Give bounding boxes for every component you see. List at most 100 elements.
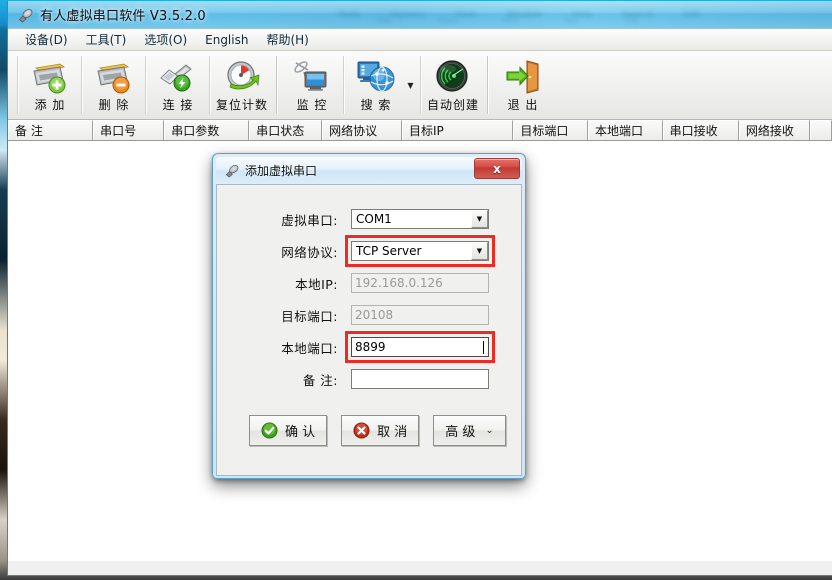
field-row-virtual-serial-port: 虚拟串口: COM1 ▼: [239, 203, 499, 235]
dialog-body: 虚拟串口: COM1 ▼ 网络协议: TCP Server ▼ 本地IP: 19…: [216, 184, 522, 476]
toolbar-monitor-label: 监 控: [296, 98, 328, 112]
toolbar-add-label: 添 加: [34, 98, 66, 112]
gauge-reset-icon: [222, 57, 262, 97]
plug-icon: [17, 7, 33, 23]
network-protocol-value: TCP Server: [356, 244, 422, 258]
label-virtual-serial-port: 虚拟串口:: [281, 212, 338, 228]
red-x-icon: [353, 422, 370, 439]
column-header-target-ip[interactable]: 目标IP: [401, 120, 514, 140]
label-local-port: 本地端口:: [281, 340, 338, 356]
radar-icon: [433, 57, 473, 97]
virtual-serial-port-value: COM1: [356, 212, 392, 226]
toolbar-separator-1: [276, 56, 278, 114]
column-header-local-port[interactable]: 本地端口: [587, 120, 663, 140]
aero-glass-background-blur: Tools Options View Window Help Search Edit: [338, 10, 701, 20]
toolbar-delete[interactable]: 删 除: [87, 54, 141, 116]
label-remark: 备 注:: [302, 372, 338, 388]
toolbar-connect[interactable]: 连 接: [151, 54, 205, 116]
label-local-ip: 本地IP:: [295, 276, 338, 292]
column-header-overflow[interactable]: [809, 120, 832, 140]
virtual-serial-port-combo-wrap: COM1 ▼: [351, 209, 489, 229]
network-search-icon: [356, 57, 396, 97]
chevron-down-icon[interactable]: ▼: [471, 210, 488, 228]
column-header-port-params[interactable]: 串口参数: [164, 120, 250, 140]
virtual-serial-port-combo[interactable]: COM1 ▼: [351, 209, 489, 229]
aero-glass-background-blur-2: File Data Port Net Cfg: [378, 15, 638, 25]
local-port-wrap: 8899: [345, 331, 495, 363]
target-port-field: 20108: [351, 305, 489, 325]
window-title: 有人虚拟串口软件 V3.5.2.0: [40, 9, 206, 24]
confirm-button-label: 确 认: [285, 425, 316, 440]
column-header-net-protocol[interactable]: 网络协议: [322, 120, 402, 140]
toolbar-search-label: 搜 索: [360, 98, 392, 112]
toolbar-exit-label: 退 出: [507, 98, 539, 112]
column-header-network-recv[interactable]: 网络接收: [738, 120, 810, 140]
confirm-button[interactable]: 确 认: [249, 415, 328, 446]
field-row-remark: 备 注:: [239, 363, 499, 395]
menubar: 设备(D) 工具(T) 选项(O) English 帮助(H): [8, 29, 832, 51]
network-protocol-combo-wrap: TCP Server ▼: [345, 235, 495, 267]
label-target-port: 目标端口:: [281, 308, 338, 324]
green-check-icon: [261, 422, 278, 439]
toolbar-reset-counter[interactable]: 复位计数: [215, 54, 269, 116]
toolbar-add[interactable]: 添 加: [23, 54, 77, 116]
cancel-button[interactable]: 取 消: [341, 415, 420, 446]
local-ip-wrap: 192.168.0.126: [351, 273, 489, 293]
serial-port-remove-icon: [94, 57, 134, 97]
toolbar-divider-5: [420, 56, 422, 114]
add-virtual-serial-port-dialog: 添加虚拟串口 x 虚拟串口: COM1 ▼ 网络协议: TCP Server ▼: [212, 153, 526, 479]
label-network-protocol: 网络协议:: [281, 244, 338, 260]
menu-help[interactable]: 帮助(H): [257, 29, 317, 50]
chevron-down-icon[interactable]: ▼: [471, 242, 488, 260]
toolbar-divider-1: [81, 56, 83, 114]
toolbar-divider-3: [209, 56, 211, 114]
local-ip-field: 192.168.0.126: [351, 273, 489, 293]
column-header-remark[interactable]: 备 注: [8, 120, 94, 140]
local-port-field[interactable]: 8899: [351, 337, 489, 357]
satellite-monitor-icon: [292, 57, 332, 97]
window-titlebar: Tools Options View Window Help Search Edit Fil…: [8, 1, 832, 29]
toolbar-delete-label: 删 除: [98, 98, 130, 112]
toolbar-connect-label: 连 接: [162, 98, 194, 112]
plug-icon: [224, 163, 239, 178]
toolbar-divider-start: [17, 56, 19, 114]
list-column-headers: 备 注 串口号 串口参数 串口状态 网络协议 目标IP 目标端口 本地端口 串口…: [8, 120, 832, 141]
text-caret: [483, 340, 484, 354]
advanced-button-label: 高 级: [445, 425, 476, 440]
remark-wrap: [351, 369, 489, 389]
menu-tools[interactable]: 工具(T): [77, 29, 136, 50]
column-header-port-number[interactable]: 串口号: [93, 120, 165, 140]
toolbar-search[interactable]: 搜 索: [349, 54, 403, 116]
menu-english[interactable]: English: [196, 31, 257, 49]
toolbar-monitor[interactable]: 监 控: [285, 54, 339, 116]
toolbar-search-dropdown-caret[interactable]: ▼: [404, 54, 417, 116]
toolbar: 添 加 删 除 连 接 复位计数 监 控 搜 索 ▼ 自动创建 退 出: [8, 51, 832, 120]
remark-field[interactable]: [351, 369, 489, 389]
menu-options[interactable]: 选项(O): [135, 29, 196, 50]
advanced-button[interactable]: 高 级 ⌄: [433, 415, 506, 446]
dialog-titlebar: 添加虚拟串口 x: [216, 157, 522, 184]
toolbar-exit[interactable]: 退 出: [496, 54, 550, 116]
column-header-serial-recv[interactable]: 串口接收: [662, 120, 739, 140]
toolbar-auto-create[interactable]: 自动创建: [426, 54, 480, 116]
network-protocol-combo[interactable]: TCP Server ▼: [351, 241, 489, 261]
cancel-button-label: 取 消: [377, 425, 408, 440]
dialog-button-row: 确 认 取 消 高 级 ⌄: [239, 415, 506, 446]
close-icon[interactable]: x: [474, 158, 520, 179]
local-port-value: 8899: [355, 340, 386, 354]
exit-door-icon: [503, 57, 543, 97]
dialog-title: 添加虚拟串口: [245, 164, 318, 178]
menu-device[interactable]: 设备(D): [16, 29, 77, 50]
chevron-down-icon: ⌄: [485, 425, 494, 436]
column-header-target-port[interactable]: 目标端口: [513, 120, 588, 140]
serial-port-add-icon: [30, 57, 70, 97]
field-row-local-ip: 本地IP: 192.168.0.126: [239, 267, 499, 299]
field-row-local-port: 本地端口: 8899: [239, 331, 499, 363]
field-row-network-protocol: 网络协议: TCP Server ▼: [239, 235, 499, 267]
target-port-wrap: 20108: [351, 305, 489, 325]
column-header-port-status[interactable]: 串口状态: [249, 120, 323, 140]
toolbar-auto-create-label: 自动创建: [427, 98, 480, 112]
field-row-target-port: 目标端口: 20108: [239, 299, 499, 331]
toolbar-divider-2: [145, 56, 147, 114]
cable-connect-icon: [158, 57, 198, 97]
